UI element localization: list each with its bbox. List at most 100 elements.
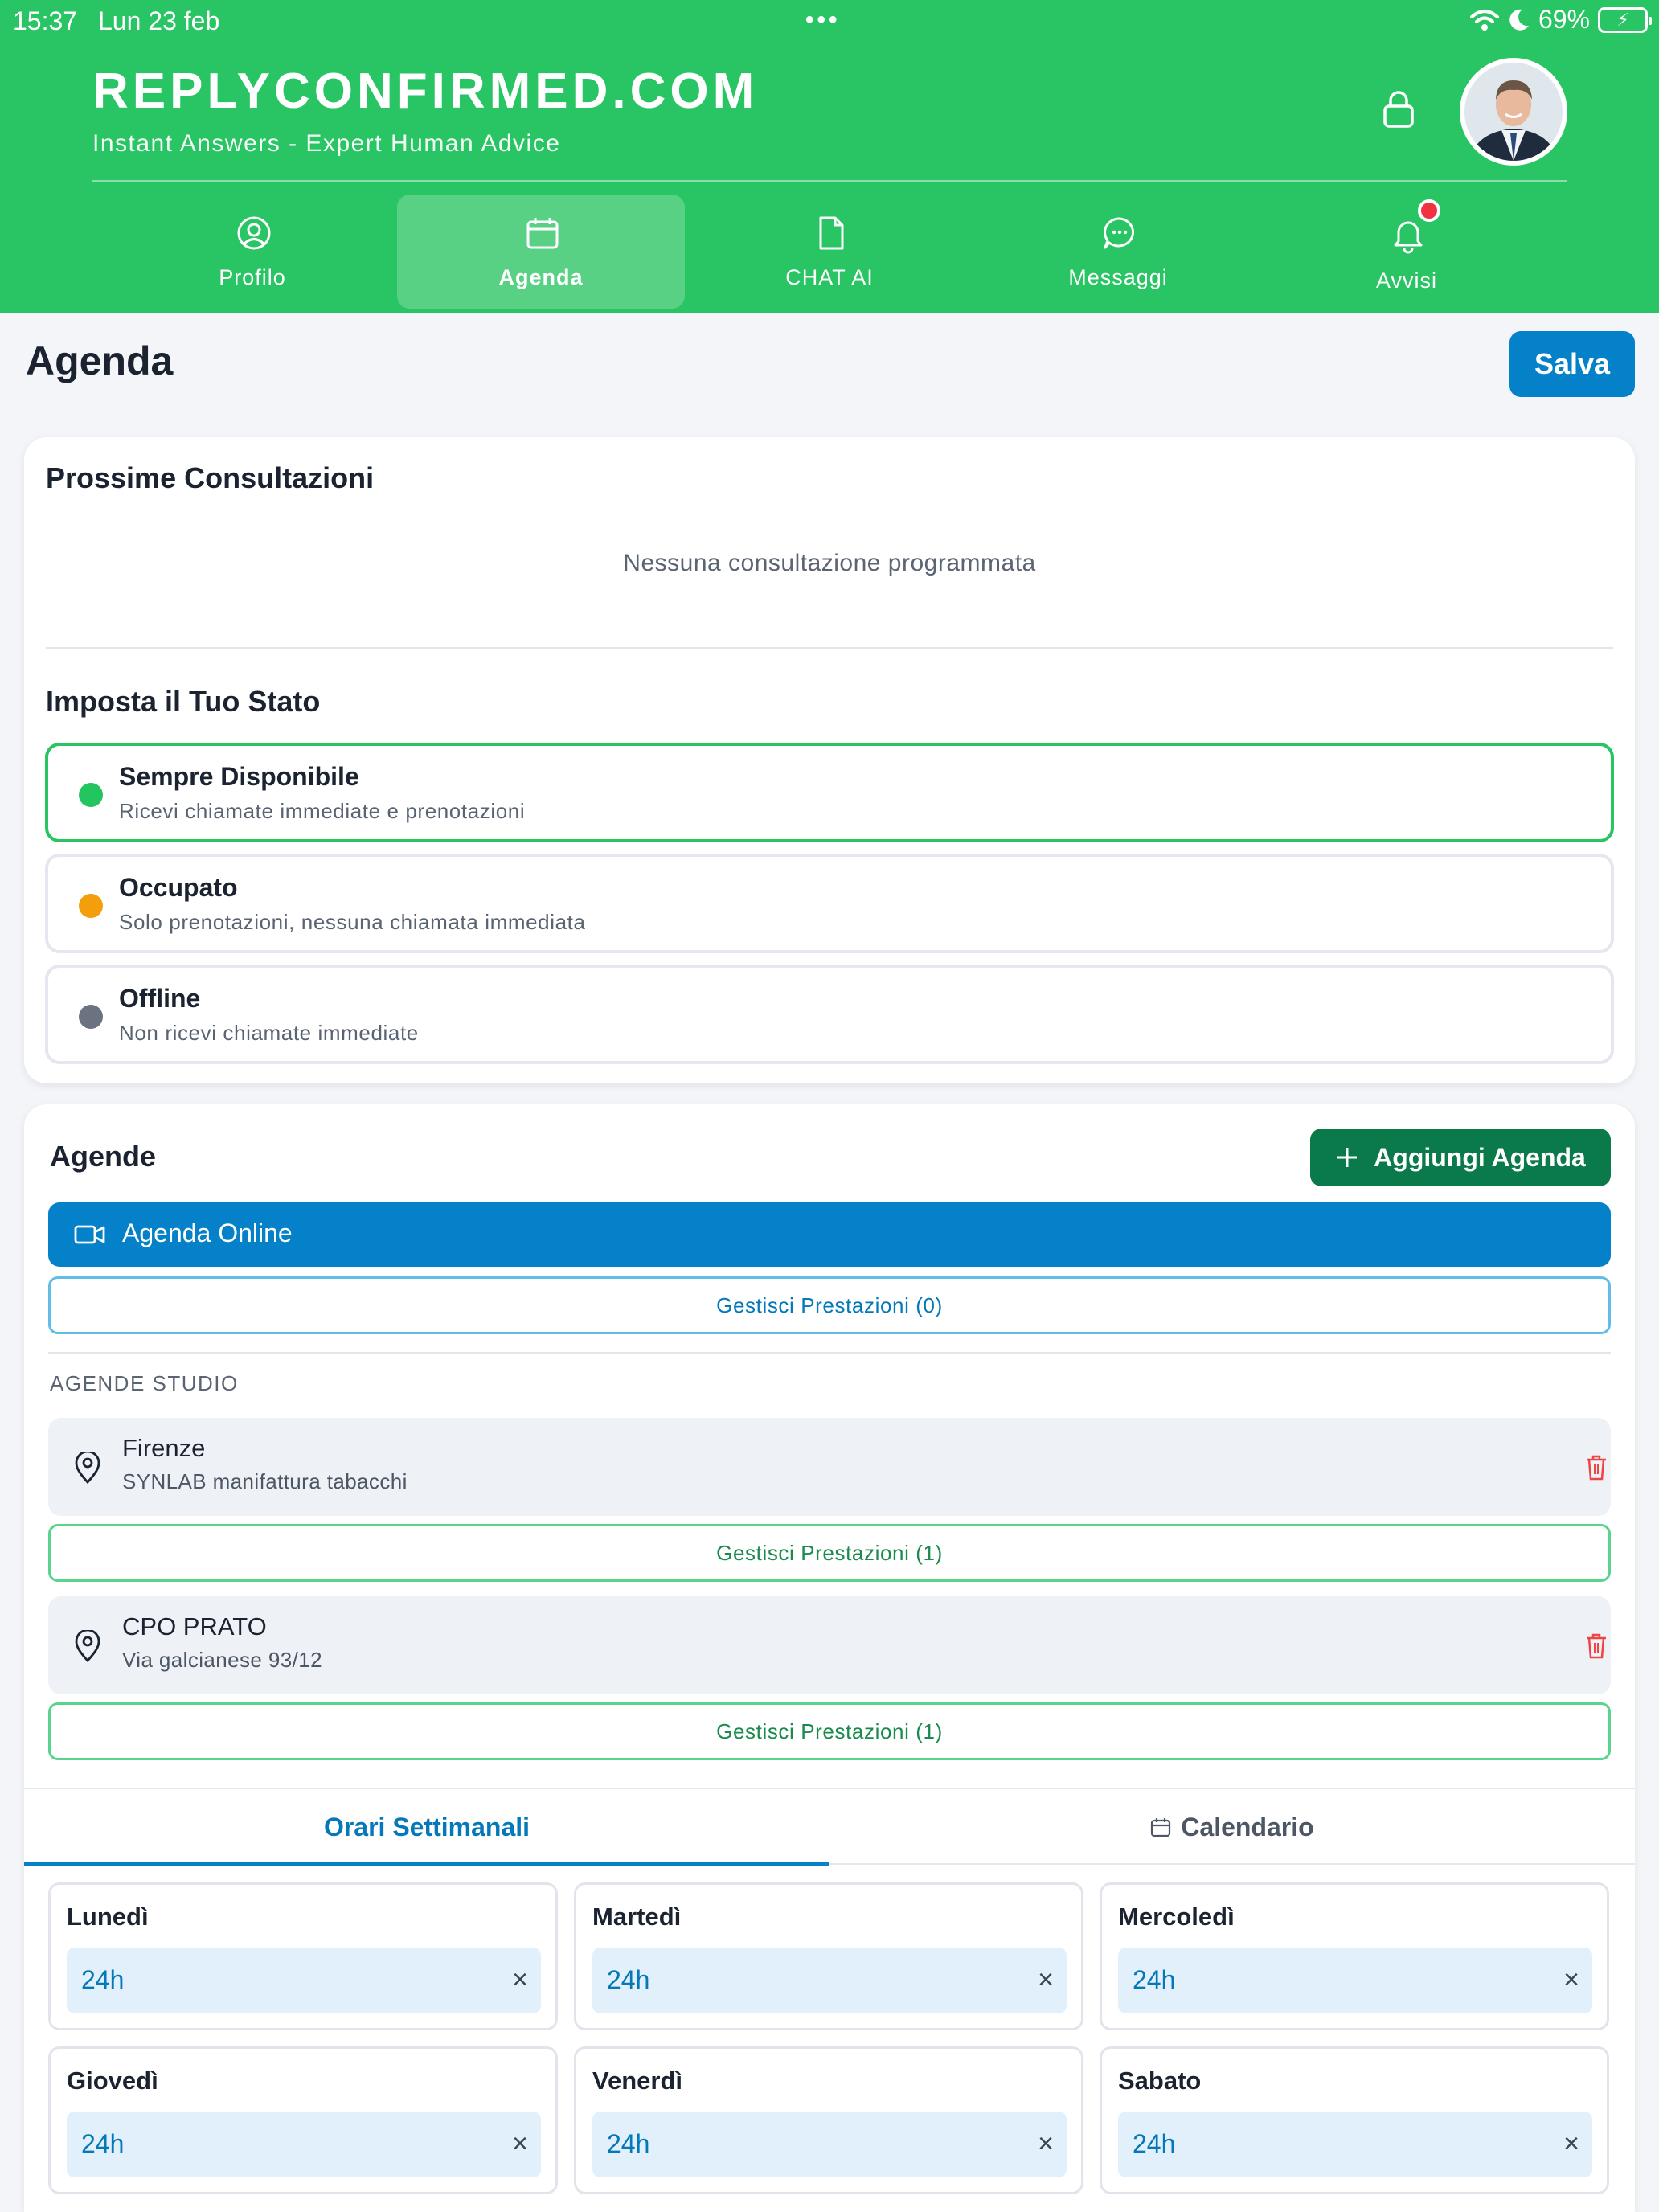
status-option-desc: Solo prenotazioni, nessuna chiamata imme… bbox=[119, 910, 586, 934]
status-option-offline[interactable]: Offline Non ricevi chiamate immediate bbox=[45, 965, 1614, 1064]
save-button[interactable]: Salva bbox=[1509, 331, 1635, 397]
manage-services-online-button[interactable]: Gestisci Prestazioni (0) bbox=[48, 1276, 1611, 1334]
time-slot-chip[interactable]: 24h × bbox=[1118, 1948, 1592, 2013]
time-slot-chip[interactable]: 24h × bbox=[67, 2112, 541, 2177]
video-camera-icon bbox=[74, 1225, 105, 1244]
close-icon[interactable]: × bbox=[510, 1965, 530, 1994]
status-option-busy[interactable]: Occupato Solo prenotazioni, nessuna chia… bbox=[45, 854, 1614, 953]
tab-calendar[interactable]: Calendario bbox=[830, 1789, 1635, 1865]
battery-icon: ⚡ bbox=[1598, 6, 1652, 33]
status-option-available[interactable]: Sempre Disponibile Ricevi chiamate immed… bbox=[45, 743, 1614, 842]
studio-address: SYNLAB manifattura tabacchi bbox=[122, 1469, 408, 1493]
section-divider bbox=[48, 1352, 1611, 1354]
time-slot-value: 24h bbox=[81, 1965, 125, 1994]
status-dot-green bbox=[79, 783, 103, 807]
add-agenda-button[interactable]: Aggiungi Agenda bbox=[1310, 1129, 1611, 1186]
consultations-title: Prossime Consultazioni bbox=[46, 461, 375, 494]
close-icon[interactable]: × bbox=[1562, 2129, 1581, 2158]
day-card-monday: Lunedì 24h × bbox=[48, 1882, 558, 2030]
user-circle-icon bbox=[237, 216, 271, 250]
agenda-online-label: Agenda Online bbox=[122, 1219, 293, 1247]
bell-icon bbox=[1394, 221, 1423, 254]
agende-card: Agende Aggiungi Agenda Agenda Online Ges… bbox=[24, 1104, 1635, 2212]
status-option-desc: Ricevi chiamate immediate e prenotazioni bbox=[119, 799, 526, 823]
schedule-tabs: Orari Settimanali Calendario bbox=[24, 1788, 1635, 1866]
tab-profilo-label: Profilo bbox=[219, 265, 286, 289]
status-indicators: 69% ⚡ bbox=[1469, 5, 1652, 35]
main-nav: Profilo Agenda CHAT AI Messaggi Avvisi bbox=[0, 193, 1659, 309]
consultations-empty-message: Nessuna consultazione programmata bbox=[623, 550, 1036, 576]
close-icon[interactable]: × bbox=[1036, 2129, 1055, 2158]
tab-agenda-label: Agenda bbox=[498, 265, 584, 289]
status-title: Imposta il Tuo Stato bbox=[46, 685, 321, 718]
day-name: Venerdì bbox=[592, 2067, 682, 2095]
header-divider bbox=[92, 180, 1567, 182]
page-title: Agenda bbox=[26, 338, 174, 383]
plus-icon bbox=[1337, 1148, 1358, 1167]
tab-avvisi-label: Avvisi bbox=[1375, 268, 1438, 293]
tab-avvisi[interactable]: Avvisi bbox=[1263, 195, 1550, 309]
status-option-title: Sempre Disponibile bbox=[119, 762, 359, 791]
avatar[interactable] bbox=[1460, 58, 1567, 166]
time-slot-value: 24h bbox=[81, 2129, 125, 2158]
day-card-wednesday: Mercoledì 24h × bbox=[1100, 1882, 1609, 2030]
trash-icon[interactable] bbox=[1585, 1633, 1608, 1659]
document-icon bbox=[819, 216, 844, 250]
status-option-title: Offline bbox=[119, 984, 201, 1013]
avatar-portrait-icon bbox=[1464, 63, 1563, 161]
tab-agenda[interactable]: Agenda bbox=[397, 195, 685, 309]
multitask-dots-icon[interactable]: ••• bbox=[805, 6, 841, 34]
tab-weekly-hours-label: Orari Settimanali bbox=[323, 1812, 530, 1841]
studio-section-label: AGENDE STUDIO bbox=[50, 1371, 239, 1395]
agende-title: Agende bbox=[50, 1140, 157, 1173]
time-slot-chip[interactable]: 24h × bbox=[592, 1948, 1067, 2013]
time-slot-value: 24h bbox=[607, 2129, 650, 2158]
tab-chat-ai-label: CHAT AI bbox=[785, 265, 874, 289]
day-name: Sabato bbox=[1118, 2067, 1202, 2095]
day-name: Mercoledì bbox=[1118, 1903, 1235, 1931]
day-name: Martedì bbox=[592, 1903, 682, 1931]
battery-percent: 69% bbox=[1538, 5, 1590, 34]
day-name: Lunedì bbox=[67, 1903, 149, 1931]
status-dot-orange bbox=[79, 894, 103, 918]
close-icon[interactable]: × bbox=[1036, 1965, 1055, 1994]
manage-services-firenze-button[interactable]: Gestisci Prestazioni (1) bbox=[48, 1524, 1611, 1582]
add-agenda-label: Aggiungi Agenda bbox=[1374, 1142, 1586, 1172]
calendar-icon bbox=[526, 218, 559, 249]
close-icon[interactable]: × bbox=[510, 2129, 530, 2158]
brand-title: REPLYCONFIRMED.COM bbox=[92, 63, 759, 119]
status-dot-gray bbox=[79, 1005, 103, 1029]
studio-item-firenze[interactable]: Firenze SYNLAB manifattura tabacchi bbox=[48, 1418, 1611, 1516]
map-pin-icon bbox=[75, 1452, 100, 1484]
close-icon[interactable]: × bbox=[1562, 1965, 1581, 1994]
time-slot-chip[interactable]: 24h × bbox=[1118, 2112, 1592, 2177]
day-card-tuesday: Martedì 24h × bbox=[574, 1882, 1083, 2030]
status-option-title: Occupato bbox=[119, 873, 238, 902]
time-slot-value: 24h bbox=[1133, 2129, 1176, 2158]
chat-bubble-icon bbox=[1104, 217, 1135, 249]
tab-messaggi[interactable]: Messaggi bbox=[974, 195, 1262, 309]
day-card-saturday: Sabato 24h × bbox=[1100, 2046, 1609, 2194]
day-name: Giovedì bbox=[67, 2067, 158, 2095]
time-slot-value: 24h bbox=[607, 1965, 650, 1994]
lock-icon[interactable] bbox=[1381, 90, 1416, 129]
tab-weekly-hours[interactable]: Orari Settimanali bbox=[24, 1789, 830, 1866]
wifi-icon bbox=[1469, 9, 1499, 31]
agenda-online-item[interactable]: Agenda Online bbox=[48, 1202, 1611, 1267]
tab-profilo[interactable]: Profilo bbox=[109, 195, 396, 309]
section-divider bbox=[46, 647, 1613, 649]
map-pin-icon bbox=[75, 1630, 100, 1662]
time-slot-chip[interactable]: 24h × bbox=[67, 1948, 541, 2013]
studio-item-cpo-prato[interactable]: CPO PRATO Via galcianese 93/12 bbox=[48, 1596, 1611, 1694]
studio-name: Firenze bbox=[122, 1434, 206, 1462]
status-date: Lun 23 feb bbox=[98, 6, 220, 35]
trash-icon[interactable] bbox=[1585, 1455, 1608, 1481]
moon-icon bbox=[1509, 9, 1529, 31]
day-card-thursday: Giovedì 24h × bbox=[48, 2046, 558, 2194]
status-option-desc: Non ricevi chiamate immediate bbox=[119, 1021, 419, 1045]
calendar-icon bbox=[1151, 1818, 1171, 1837]
tab-chat-ai[interactable]: CHAT AI bbox=[686, 195, 973, 309]
time-slot-value: 24h bbox=[1133, 1965, 1176, 1994]
manage-services-cpo-prato-button[interactable]: Gestisci Prestazioni (1) bbox=[48, 1702, 1611, 1760]
time-slot-chip[interactable]: 24h × bbox=[592, 2112, 1067, 2177]
